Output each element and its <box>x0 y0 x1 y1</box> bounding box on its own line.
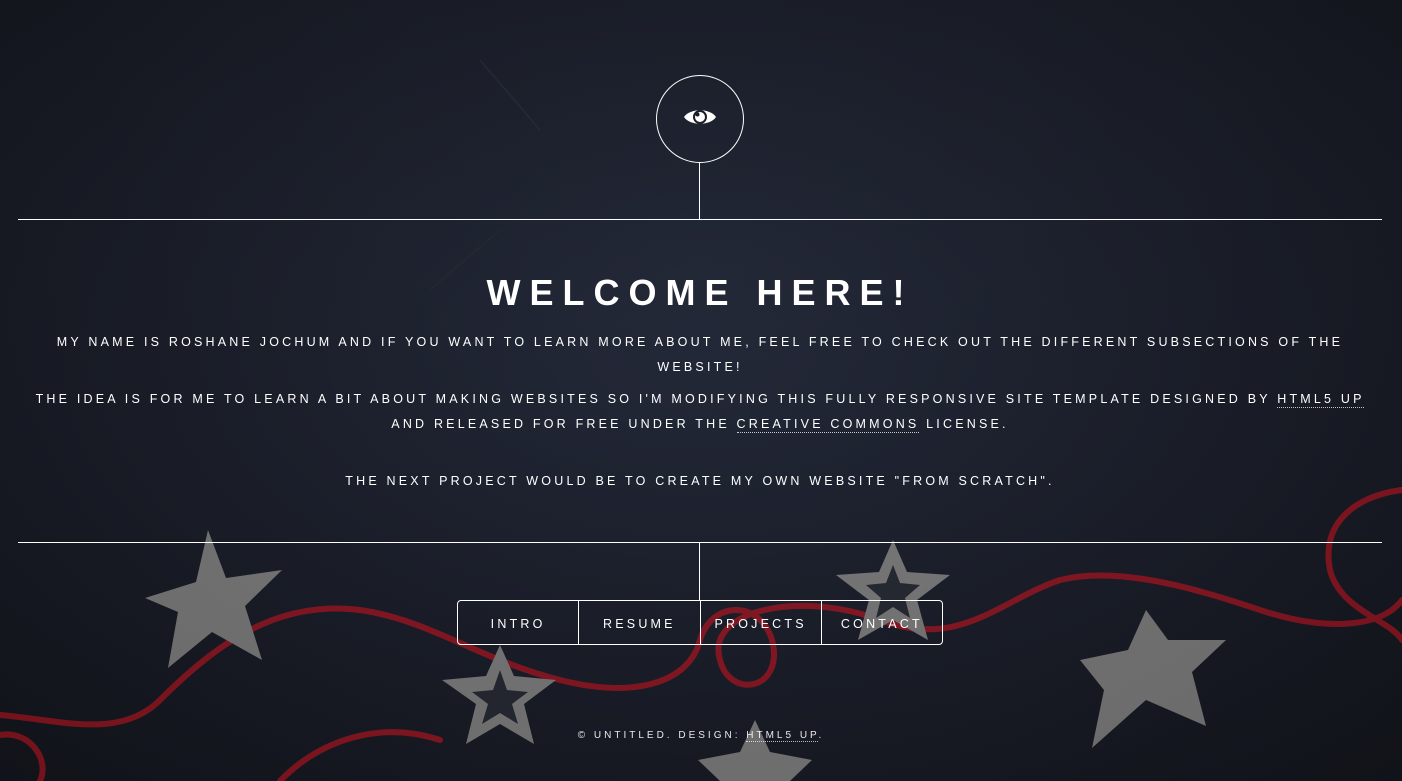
page-title: WELCOME HERE! <box>486 272 914 313</box>
idea-text-1: THE IDEA IS FOR ME TO LEARN A BIT ABOUT … <box>35 392 1278 406</box>
copyright-text: © UNTITLED. DESIGN: <box>577 730 747 741</box>
main-nav: INTRO RESUME PROJECTS CONTACT <box>457 600 943 645</box>
next-project-paragraph: THE NEXT PROJECT WOULD BE TO CREATE MY O… <box>345 474 1055 488</box>
connector-line-top <box>699 162 700 219</box>
eye-icon <box>683 106 717 133</box>
idea-text-2: AND RELEASED FOR FREE UNDER THE <box>391 417 737 431</box>
footer: © UNTITLED. DESIGN: HTML5 UP. <box>0 730 1402 742</box>
nav-item-intro[interactable]: INTRO <box>458 601 578 644</box>
content-section: WELCOME HERE! MY NAME IS ROSHANE JOCHUM … <box>18 220 1382 542</box>
idea-text-3: LICENSE. <box>919 417 1009 431</box>
creative-commons-link[interactable]: CREATIVE COMMONS <box>736 417 920 433</box>
design-credit-link[interactable]: HTML5 UP <box>746 730 819 742</box>
idea-paragraph: THE IDEA IS FOR ME TO LEARN A BIT ABOUT … <box>18 387 1382 437</box>
connector-line-bottom <box>699 543 700 600</box>
html5up-link[interactable]: HTML5 UP <box>1277 392 1365 408</box>
footer-end: . <box>818 730 825 741</box>
nav-item-contact[interactable]: CONTACT <box>820 601 942 644</box>
nav-item-projects[interactable]: PROJECTS <box>699 601 821 644</box>
nav-item-resume[interactable]: RESUME <box>578 601 699 644</box>
intro-paragraph: MY NAME IS ROSHANE JOCHUM AND IF YOU WAN… <box>56 335 1344 374</box>
divider-bottom <box>18 542 1382 543</box>
logo-circle[interactable] <box>656 75 744 163</box>
